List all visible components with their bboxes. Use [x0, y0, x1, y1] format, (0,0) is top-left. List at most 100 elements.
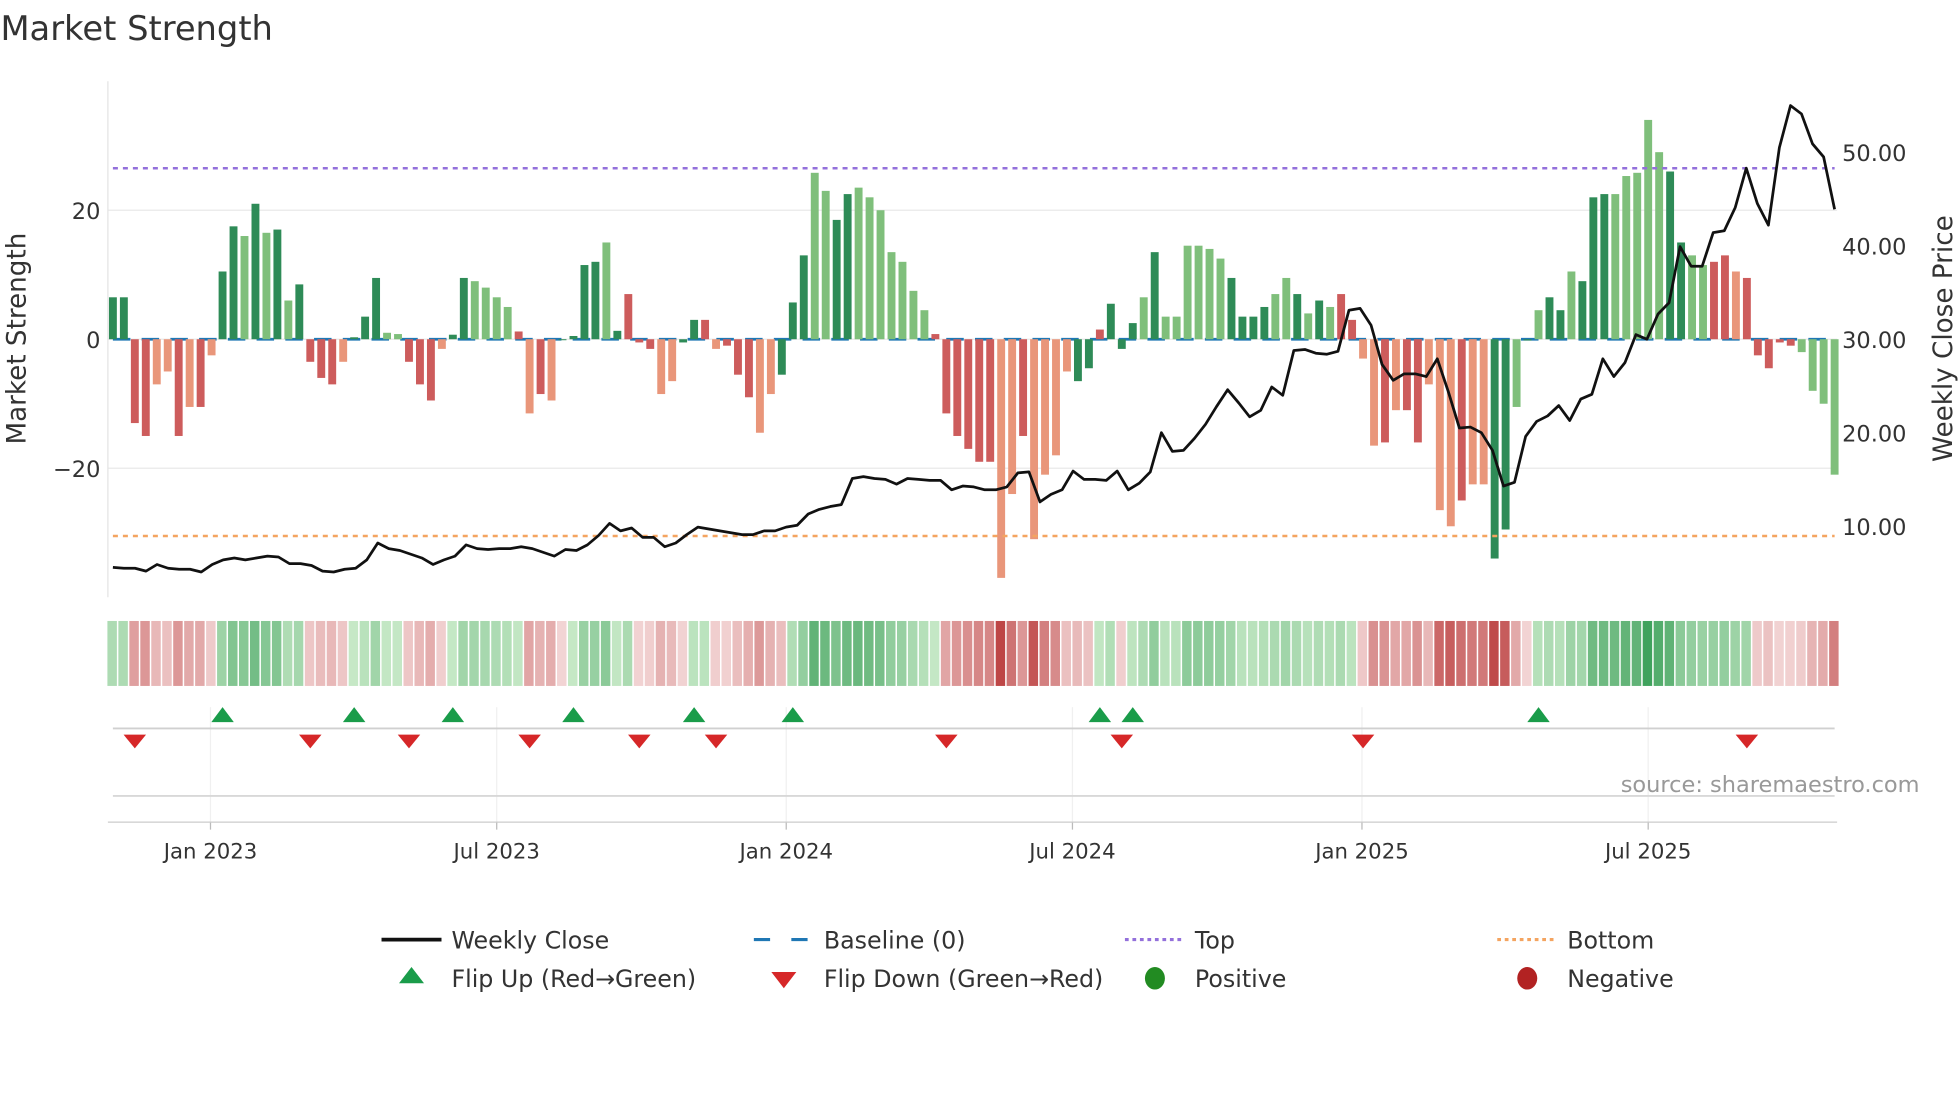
strength-bar [1238, 316, 1247, 340]
strength-strip-cell [743, 620, 753, 686]
strength-strip-cell [1675, 620, 1686, 686]
strength-strip-cell [195, 620, 205, 686]
strength-bar [1622, 176, 1631, 340]
strength-bar [1359, 339, 1368, 359]
strength-strip-cell [896, 620, 907, 686]
strength-bar [108, 297, 117, 340]
strength-bar [1457, 339, 1466, 501]
strength-strip-cell [403, 620, 413, 686]
strength-strip-cell [239, 620, 249, 686]
strength-strip-cell [118, 620, 128, 686]
strength-strip-cell [1072, 620, 1082, 686]
strength-strip-cell [1291, 620, 1302, 686]
strength-strip-cell [567, 620, 578, 686]
strength-bar [1710, 261, 1718, 340]
strength-strip-cell [1796, 620, 1806, 686]
strength-bar [602, 242, 611, 340]
strength-bar [1381, 339, 1389, 443]
strength-strip-cell [1346, 620, 1357, 686]
strength-strip-cell [984, 620, 995, 686]
strength-bar [306, 339, 315, 362]
strength-bar [361, 316, 370, 340]
flip-up-marker [781, 707, 805, 723]
strength-strip-cell [1730, 620, 1740, 686]
strength-bar [788, 302, 797, 340]
axes: 20 0 −20 50.00 40.00 30.00 20.00 10.00 Market St… [2, 141, 1959, 864]
strength-strip-cell [1631, 620, 1642, 686]
strength-bar [284, 300, 293, 340]
strength-bar [262, 232, 271, 340]
strength-strip-cell [1193, 620, 1203, 686]
strength-bar [163, 339, 172, 372]
strength-bar [503, 306, 512, 340]
strength-bar [799, 255, 808, 340]
strength-bar [317, 339, 326, 378]
strength-strip-cell [787, 620, 797, 686]
strength-bar [1644, 119, 1653, 340]
strength-bar [350, 337, 359, 340]
strength-bar [810, 172, 819, 340]
strength-strip-cell [578, 620, 589, 686]
strength-strip-cell [1620, 620, 1631, 686]
strength-strip-cell [1664, 620, 1675, 686]
strength-strip-cell [1544, 620, 1554, 686]
strength-bar [1512, 339, 1521, 407]
strength-strip-cell [184, 620, 194, 686]
strength-strip-cell [600, 620, 611, 686]
strength-strip-cell [1105, 620, 1115, 686]
strength-bar [1315, 300, 1324, 340]
strength-strip-cell [1609, 620, 1620, 686]
strength-bar [1567, 271, 1576, 340]
strength-strip-cell [907, 620, 918, 686]
strength-bar [668, 339, 677, 382]
strength-bar [1611, 194, 1620, 340]
x-tick-label: Jan 2023 [162, 839, 258, 864]
strength-strip-cell [162, 620, 172, 686]
strength-bar [986, 339, 995, 462]
strength-bar [876, 210, 885, 340]
strength-strip-cell [1028, 620, 1039, 686]
strength-strip-cell [1829, 620, 1839, 686]
chart-title: Market Strength [0, 9, 272, 48]
strength-strip-cell [853, 620, 863, 686]
legend-label: Weekly Close [451, 926, 609, 954]
strength-bar [1008, 339, 1017, 495]
strength-bar [130, 339, 139, 424]
strength-strip-cell [1818, 620, 1828, 686]
strength-strip-cell [1467, 620, 1477, 686]
strength-strip-cell [1708, 620, 1718, 686]
strength-strip-cell [1445, 620, 1455, 686]
strength-bar [909, 290, 918, 340]
strength-bar [1808, 339, 1817, 391]
strength-bar [558, 339, 567, 341]
strength-strip-cell [1006, 620, 1017, 686]
strength-bar [1742, 277, 1751, 340]
strength-bar [536, 339, 545, 395]
strength-bar [712, 339, 720, 349]
y-tick-label: 0 [86, 328, 100, 354]
flip-down-marker [1351, 734, 1375, 749]
strength-strip-cell [1061, 620, 1071, 686]
y-tick-label: 20 [72, 199, 101, 225]
strength-strip-cell [1215, 620, 1225, 686]
flip-down-marker [123, 734, 147, 749]
triangle-up-icon [399, 967, 425, 984]
legend-item: Baseline (0) [753, 926, 966, 954]
strength-bar [437, 339, 446, 349]
strength-strip-cell [1741, 620, 1751, 686]
strength-strip-cell [765, 620, 775, 686]
strength-bar [1523, 339, 1532, 341]
strength-strip-cell [1313, 620, 1324, 686]
strength-strip-cell [666, 620, 677, 686]
strength-strip-cell [1127, 620, 1137, 686]
y2-tick-label: 10.00 [1842, 515, 1906, 541]
strength-strip-cell [831, 620, 841, 686]
strength-strip-cell [1258, 620, 1269, 686]
flip-down-marker [1735, 734, 1759, 749]
strength-bar [755, 339, 764, 433]
strength-bar [679, 339, 688, 343]
strength-bar [1052, 339, 1060, 456]
strength-strip-cell [929, 620, 940, 686]
strength-strip-cell [1719, 620, 1729, 686]
dot-icon [1144, 967, 1165, 990]
